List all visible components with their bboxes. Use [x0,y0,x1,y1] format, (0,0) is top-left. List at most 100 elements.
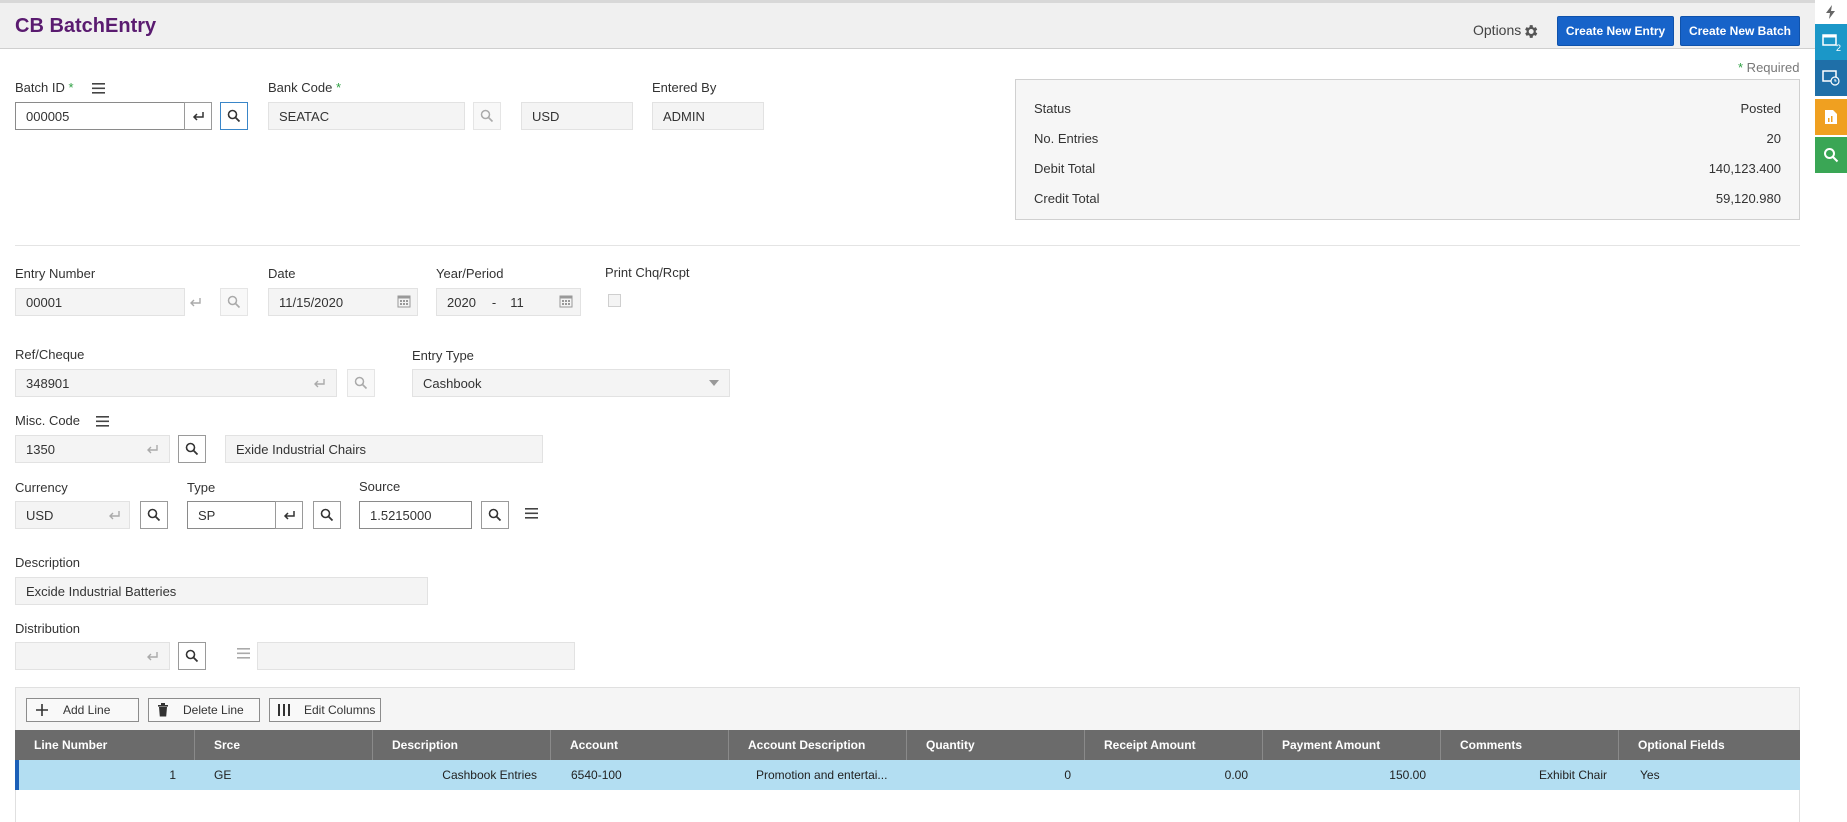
column-header-comments[interactable]: Comments [1441,730,1619,760]
summary-credit-row: Credit Total 59,120.980 [1034,191,1781,206]
search-icon [320,508,334,522]
entered-by-field: ADMIN [652,102,764,130]
trash-icon [158,703,168,717]
source-input[interactable]: 1.5215000 [359,501,472,529]
bank-currency-field: USD [521,102,633,130]
bank-code-label: Bank Code * [268,80,342,95]
sidebar-search[interactable] [1815,137,1847,173]
currency-search-button[interactable] [140,501,168,529]
cell-payment-amount[interactable]: 150.00 [1267,760,1426,790]
year-period-label: Year/Period [436,266,504,281]
windows-badge: 2 [1836,43,1842,53]
cell-receipt-amount[interactable]: 0.00 [1089,760,1248,790]
column-header-srce[interactable]: Srce [195,730,373,760]
enter-arrow-icon [147,652,158,661]
period-value: 11 [510,294,524,310]
type-label: Type [187,480,216,495]
column-header-account[interactable]: Account [551,730,729,760]
grid-body [15,790,1800,822]
grid-header: Line Number Srce Description Account Acc… [15,730,1800,760]
page-header: CB BatchEntry Options Create New Entry C… [0,3,1815,49]
required-note: * Required [1738,60,1800,75]
sidebar-report[interactable] [1815,99,1847,135]
options-label[interactable]: Options [1473,22,1521,38]
menu-lines-icon[interactable] [525,508,538,519]
sidebar-windows[interactable]: 2 [1815,24,1847,60]
search-icon [147,508,161,522]
cell-optional-fields[interactable]: Yes [1640,760,1790,790]
distribution-search-button[interactable] [178,642,206,670]
create-new-batch-button[interactable]: Create New Batch [1680,16,1800,46]
section-divider [15,245,1800,246]
table-row[interactable]: 1 GE Cashbook Entries 6540-100 Promotion… [15,760,1800,790]
print-chq-label: Print Chq/Rcpt [605,265,690,280]
column-header-optional-fields[interactable]: Optional Fields [1619,730,1800,760]
add-line-button[interactable]: Add Line [26,698,139,722]
sidebar-lightning[interactable] [1815,0,1847,24]
columns-icon [278,704,290,716]
source-search-button[interactable] [481,501,509,529]
cell-account[interactable]: 6540-100 [571,760,721,790]
status-value: Posted [1740,101,1781,116]
column-header-quantity[interactable]: Quantity [907,730,1085,760]
batch-id-input[interactable]: 000005 [15,102,185,130]
period-separator: - [491,294,497,310]
cell-account-description[interactable]: Promotion and entertai... [756,760,906,790]
delete-line-button[interactable]: Delete Line [148,698,260,722]
type-input[interactable]: SP [187,501,277,529]
batch-id-search-button[interactable] [220,102,248,130]
column-header-receipt-amount[interactable]: Receipt Amount [1085,730,1263,760]
batch-id-enter-button[interactable] [184,102,212,130]
window-clock-icon [1822,70,1840,86]
cell-quantity[interactable]: 0 [911,760,1071,790]
year-value: 2020 [447,294,476,310]
entered-by-label: Entered By [652,80,717,95]
cell-comments[interactable]: Exhibit Chair [1445,760,1607,790]
cell-description[interactable]: Cashbook Entries [373,760,537,790]
type-enter-button[interactable] [275,501,303,529]
search-icon [185,649,199,663]
menu-lines-icon[interactable] [92,83,105,94]
print-chq-checkbox[interactable] [608,294,621,307]
batch-summary-panel: Status Posted No. Entries 20 Debit Total 14… [1015,79,1800,220]
type-search-button[interactable] [313,501,341,529]
search-icon [1824,148,1839,163]
enter-arrow-icon [190,298,201,307]
enter-arrow-icon [192,112,204,121]
cell-srce[interactable]: GE [214,760,364,790]
column-header-payment-amount[interactable]: Payment Amount [1263,730,1441,760]
menu-lines-icon[interactable] [96,416,109,427]
entry-type-label: Entry Type [412,348,474,363]
entry-number-search-button[interactable] [220,288,248,316]
column-header-line-number[interactable]: Line Number [15,730,195,760]
column-header-description[interactable]: Description [373,730,551,760]
column-header-account-description[interactable]: Account Description [729,730,907,760]
calendar-icon[interactable] [559,294,573,308]
enter-arrow-icon [109,511,120,520]
menu-lines-icon[interactable] [237,648,250,659]
search-icon [227,295,241,309]
ref-cheque-field: 348901 [15,369,337,397]
search-icon [354,376,368,390]
ref-cheque-search-button[interactable] [347,369,375,397]
summary-debit-row: Debit Total 140,123.400 [1034,161,1781,176]
batch-id-label: Batch ID * [15,80,74,95]
entry-type-select[interactable]: Cashbook [412,369,730,397]
edit-columns-button[interactable]: Edit Columns [269,698,381,722]
entry-number-label: Entry Number [15,266,96,281]
entry-number-field: 00001 [15,288,185,316]
cell-line-number[interactable]: 1 [19,760,176,790]
report-icon [1825,110,1837,124]
sidebar-window-clock[interactable] [1815,60,1847,96]
search-icon [227,109,241,123]
grid-toolbar: Add Line Delete Line Edit Columns [15,687,1800,730]
gear-icon[interactable] [1522,23,1539,40]
misc-code-search-button[interactable] [178,435,206,463]
date-field: 11/15/2020 [268,288,418,316]
source-label: Source [359,479,401,494]
create-new-entry-button[interactable]: Create New Entry [1557,16,1674,46]
distribution-label: Distribution [15,621,81,636]
chevron-down-icon[interactable] [709,380,719,386]
bank-code-search-button[interactable] [473,102,501,130]
calendar-icon[interactable] [397,294,411,308]
